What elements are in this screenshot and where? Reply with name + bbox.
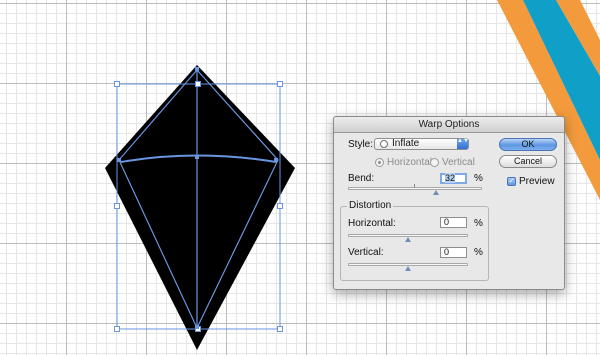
radio-horizontal-label: Horizontal — [387, 157, 433, 168]
distortion-horizontal-unit: % — [474, 218, 483, 229]
handle-bottom-right — [277, 326, 283, 332]
anchor-top — [195, 67, 199, 71]
bend-unit: % — [474, 173, 483, 184]
handle-top-left — [114, 81, 120, 87]
style-select-value: Inflate — [392, 138, 420, 149]
handle-middle-right — [277, 203, 283, 209]
style-select[interactable]: Inflate ▲▼ — [374, 138, 469, 150]
bend-slider-center-tick — [414, 184, 415, 188]
anchor-right — [274, 158, 278, 162]
bend-label: Bend: — [348, 173, 375, 184]
handle-bottom-left — [114, 326, 120, 332]
handle-middle-left — [114, 203, 120, 209]
radio-vertical[interactable] — [430, 158, 439, 167]
distortion-vertical-value: 0 — [444, 247, 450, 257]
distortion-vertical-unit: % — [474, 247, 483, 258]
handle-top-right — [277, 81, 283, 87]
anchor-left — [117, 158, 121, 162]
distortion-horizontal-label: Horizontal: — [348, 218, 396, 229]
distortion-horizontal-field[interactable]: 0 — [440, 217, 467, 228]
bend-slider-thumb[interactable] — [433, 190, 440, 195]
distortion-group-label: Distortion — [347, 200, 394, 211]
bend-slider-track[interactable] — [348, 187, 482, 190]
distortion-horizontal-slider-thumb[interactable] — [405, 237, 411, 242]
kite-shape[interactable] — [105, 65, 295, 350]
anchor-bottom — [195, 325, 199, 329]
radio-horizontal[interactable] — [375, 158, 384, 167]
chevron-updown-icon: ▲▼ — [457, 138, 469, 149]
anchor-center — [195, 155, 199, 159]
radio-vertical-label: Vertical — [442, 157, 475, 168]
cancel-button[interactable]: Cancel — [499, 155, 557, 168]
distortion-horizontal-value: 0 — [444, 217, 450, 227]
style-label: Style: — [348, 139, 374, 150]
distortion-vertical-field[interactable]: 0 — [440, 247, 467, 258]
ok-button[interactable]: OK — [499, 138, 557, 151]
handle-top-center — [195, 81, 201, 87]
bend-field[interactable]: 32 — [440, 173, 467, 184]
inflate-style-icon — [380, 140, 388, 148]
preview-checkbox[interactable]: ✓ — [507, 177, 516, 186]
warp-options-dialog: Warp Options Style: Inflate ▲▼ Horizonta… — [333, 116, 565, 290]
dialog-title: Warp Options — [334, 117, 564, 133]
distortion-vertical-slider-thumb[interactable] — [405, 266, 411, 271]
bend-value: 32 — [445, 173, 456, 183]
checkmark-icon: ✓ — [508, 178, 515, 185]
preview-label: Preview — [519, 176, 555, 187]
distortion-vertical-label: Vertical: — [348, 247, 384, 258]
